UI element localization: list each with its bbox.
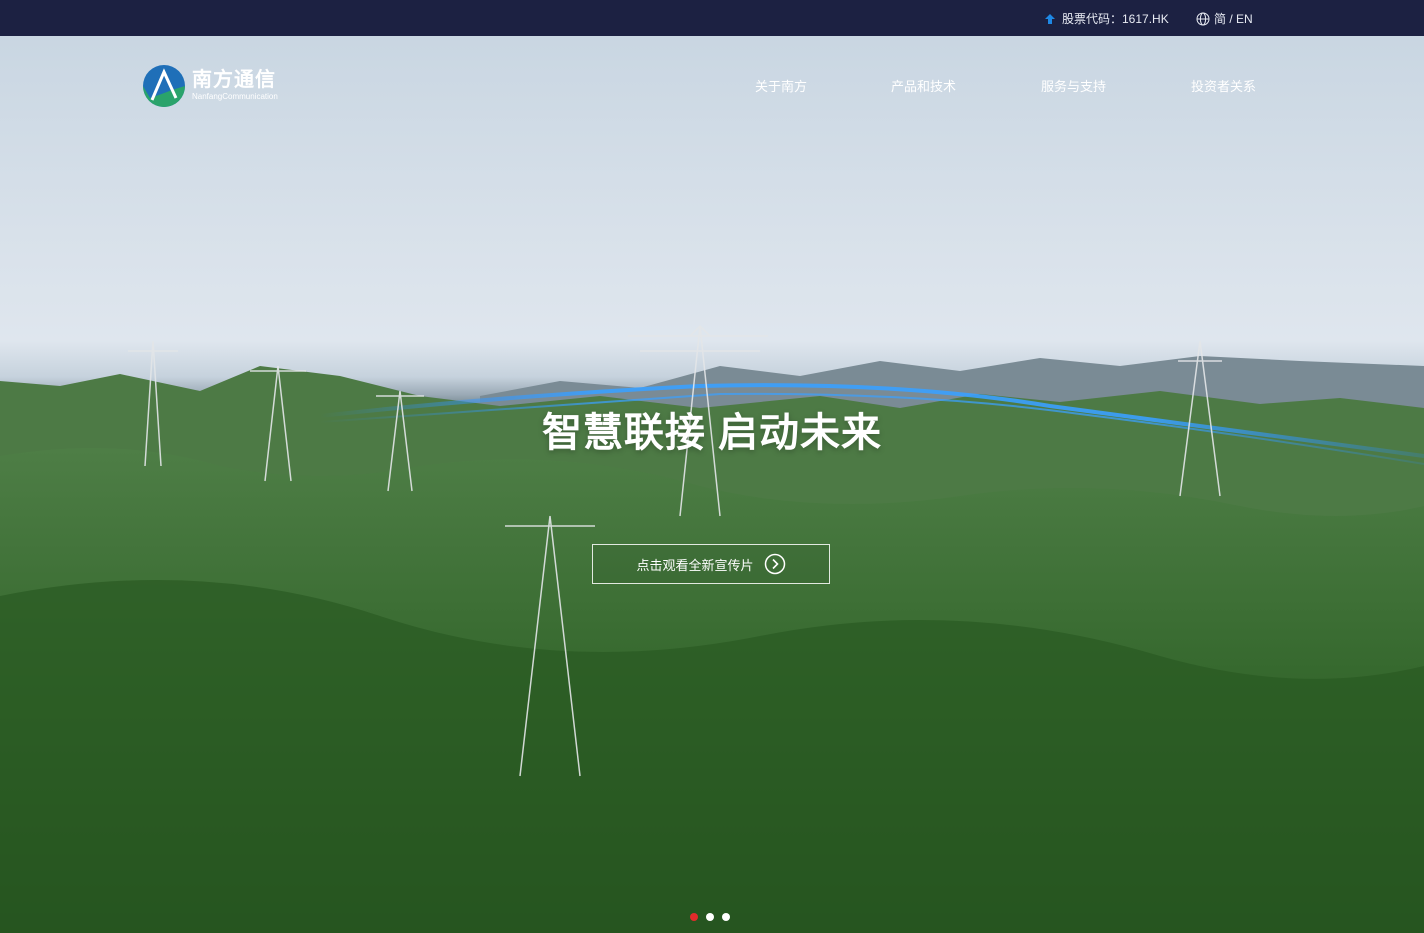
carousel-dot-1[interactable]	[690, 913, 698, 921]
up-arrow-icon	[1045, 13, 1055, 24]
stock-code-label: 股票代码：1617.HK	[1062, 12, 1169, 26]
watch-video-label: 点击观看全新宣传片	[636, 557, 754, 573]
hero-headline: 智慧联接 启动未来	[541, 411, 883, 455]
watch-video-button[interactable]: 点击观看全新宣传片	[592, 544, 830, 584]
carousel-dot-2[interactable]	[706, 913, 714, 921]
logo-mark-icon	[143, 65, 185, 107]
carousel-dots	[690, 913, 730, 921]
nav-item-about[interactable]: 关于南方	[755, 76, 807, 95]
language-label: 简 / EN	[1214, 12, 1253, 26]
nav-item-investors[interactable]: 投资者关系	[1191, 76, 1256, 95]
chevron-right-circle-icon	[764, 553, 785, 575]
globe-icon	[1196, 12, 1210, 25]
language-switch[interactable]: 简 / EN	[1196, 10, 1253, 27]
nav-item-products[interactable]: 产品和技术	[891, 76, 956, 95]
company-logo[interactable]: 南方通信 NanfangCommunication	[142, 64, 278, 108]
top-bar: 股票代码：1617.HK 简 / EN	[0, 0, 1424, 36]
hero-background-image	[0, 324, 1424, 933]
stock-code[interactable]: 股票代码：1617.HK	[1044, 10, 1169, 27]
nav-item-services[interactable]: 服务与支持	[1041, 76, 1106, 95]
logo-name-cn: 南方通信	[192, 69, 276, 91]
hero-banner: 南方通信 NanfangCommunication 关于南方 产品和技术 服务与…	[0, 36, 1424, 933]
logo-name-en: NanfangCommunication	[192, 92, 278, 101]
carousel-dot-3[interactable]	[722, 913, 730, 921]
